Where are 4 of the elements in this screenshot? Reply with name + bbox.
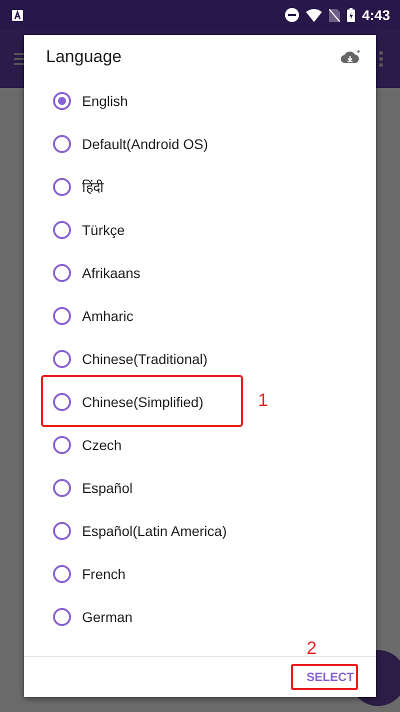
annotation-number: 2 (306, 638, 317, 659)
annotation-number: 1 (258, 390, 268, 411)
dialog-title: Language (46, 47, 122, 67)
clock: 4:43 (362, 7, 390, 23)
